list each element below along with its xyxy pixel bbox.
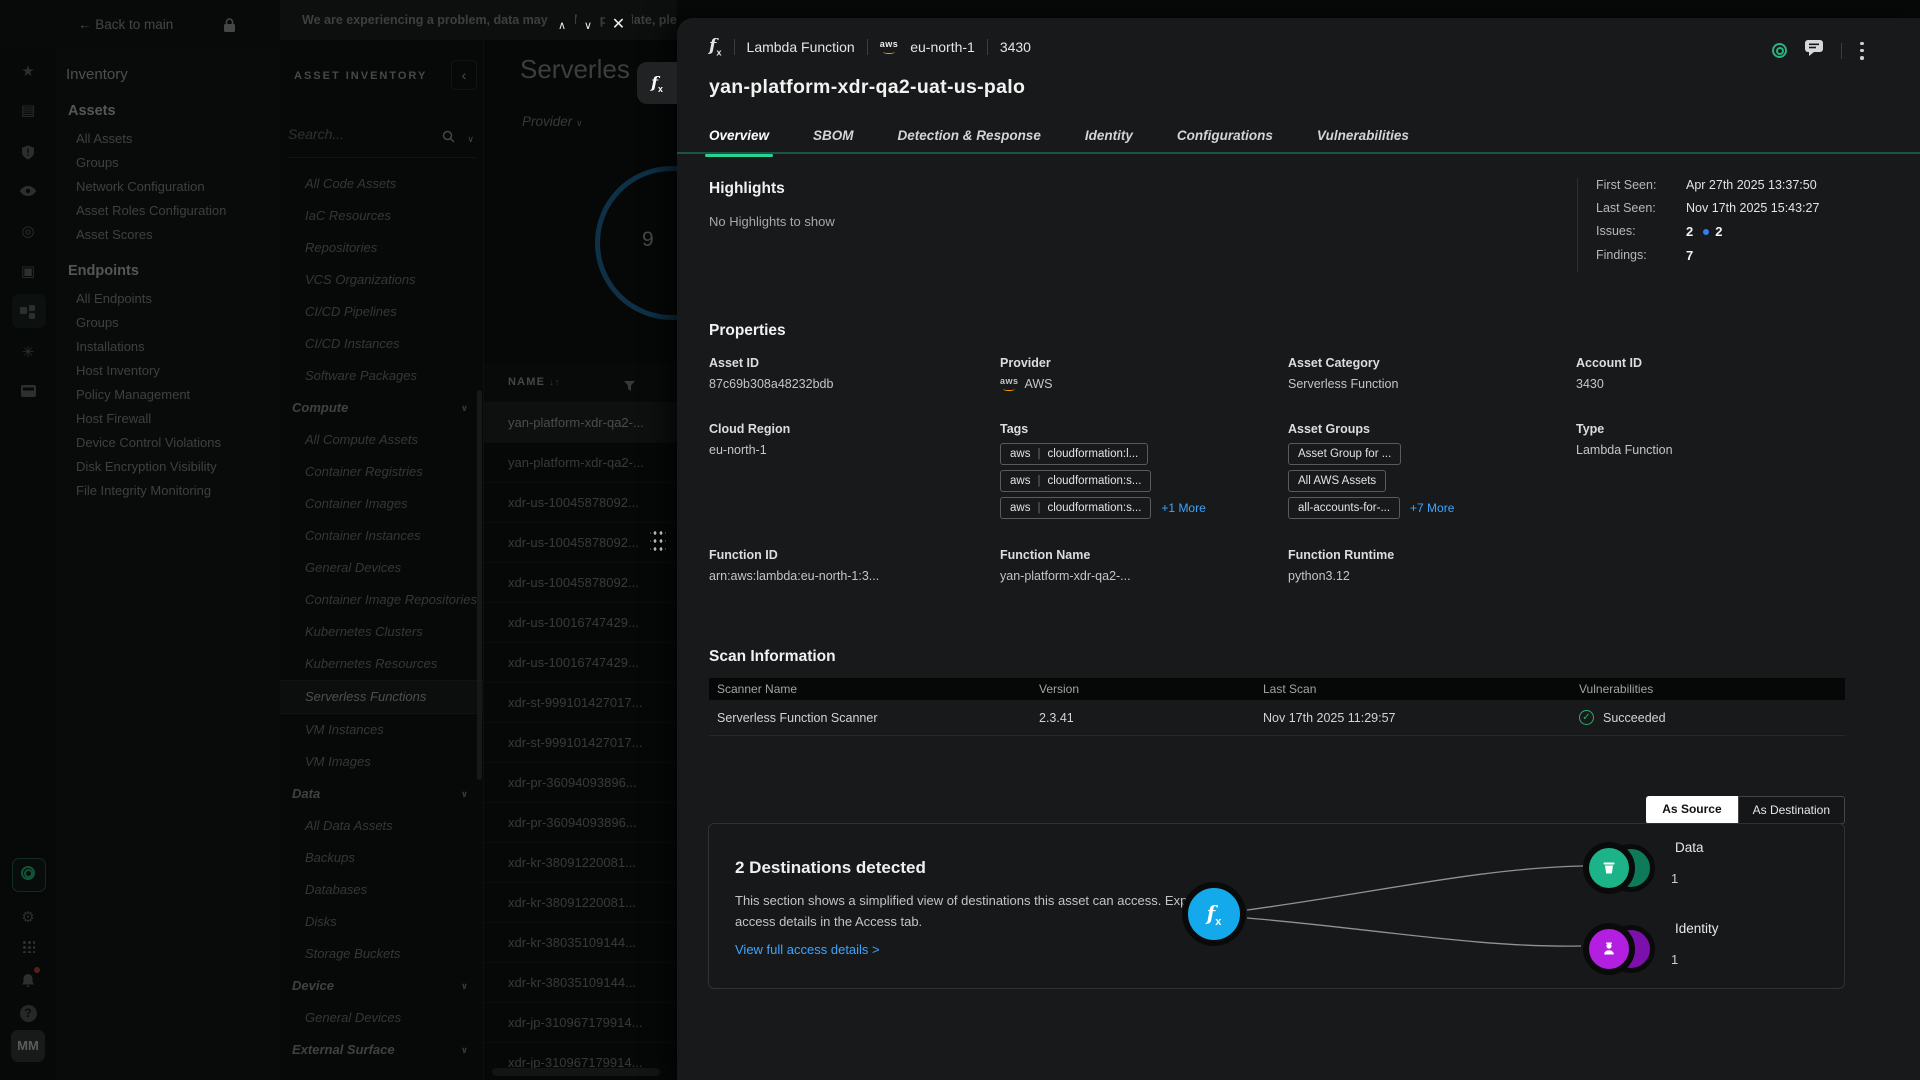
data-node-label: Data [1675,840,1704,855]
asset-type-label: Lambda Function [747,39,855,55]
previous-asset-button[interactable]: ∧ [550,14,574,38]
first-seen-label: First Seen: [1596,178,1686,192]
asset-detail-panel: fx fx Lambda Function aws eu-north-1 343… [677,18,1920,1080]
field-account-id: Account ID3430 [1576,356,1848,391]
asset-group-chip-row: All AWS Assets [1288,470,1560,492]
lambda-icon: fx [709,36,722,57]
issue-severity-dot [1703,229,1709,235]
region-label: eu-north-1 [910,39,975,55]
next-asset-button[interactable]: ∨ [576,14,600,38]
field-asset-groups: Asset Groups Asset Group for ...All AWS … [1288,422,1560,524]
scan-table: Scanner Name Version Last Scan Vulnerabi… [709,678,1845,736]
person-icon [1601,941,1617,957]
last-seen-value: Nov 17th 2025 15:43:27 [1686,201,1819,215]
identity-node-label: Identity [1675,921,1719,936]
last-seen-label: Last Seen: [1596,201,1686,215]
highlights-heading: Highlights [709,180,785,198]
asset-group-chip-row: Asset Group for ... [1288,443,1560,465]
asset-group-chip[interactable]: Asset Group for ... [1288,443,1401,465]
properties-heading: Properties [709,322,786,340]
bucket-icon [1601,860,1617,876]
asset-group-chip-row: all-accounts-for-... +7 More [1288,497,1560,519]
panel-resize-handle[interactable] [650,527,666,553]
scope-status-icon[interactable] [1772,43,1787,58]
field-function-runtime: Function Runtimepython3.12 [1288,548,1560,583]
panel-header: fx Lambda Function aws eu-north-1 3430 [709,34,1031,60]
asset-meta: First Seen:Apr 27th 2025 13:37:50 Last S… [1577,178,1907,272]
asset-title: yan-platform-xdr-qa2-uat-us-palo [709,76,1025,99]
data-node-count: 1 [1671,871,1678,886]
scan-information-heading: Scan Information [709,648,836,666]
asset-group-chip[interactable]: All AWS Assets [1288,470,1386,492]
destinations-heading: 2 Destinations detected [735,858,926,878]
lambda-icon: fx [651,73,663,92]
field-asset-category: Asset CategoryServerless Function [1288,356,1560,391]
asset-group-chip[interactable]: all-accounts-for-... [1288,497,1400,519]
field-function-id: Function IDarn:aws:lambda:eu-north-1:3..… [709,548,981,583]
as-destination-button[interactable]: As Destination [1738,796,1845,824]
highlights-empty-text: No Highlights to show [709,214,835,229]
first-seen-value: Apr 27th 2025 13:37:50 [1686,178,1817,192]
issues-value[interactable]: 22 [1686,224,1722,239]
destinations-card: 2 Destinations detected This section sho… [708,823,1845,989]
findings-label: Findings: [1596,248,1686,263]
dim-overlay [0,0,677,1080]
more-options-icon[interactable] [1860,42,1864,60]
scan-table-header: Scanner Name Version Last Scan Vulnerabi… [709,678,1845,700]
asset-groups-more-link[interactable]: +7 More [1410,501,1454,515]
tags-more-link[interactable]: +1 More [1161,501,1205,515]
aws-icon: aws [1000,377,1019,391]
issues-label: Issues: [1596,224,1686,239]
tag-chip-row: aws|cloudformation:s... +1 More [1000,497,1272,519]
field-function-name: Function Nameyan-platform-xdr-qa2-... [1000,548,1272,583]
destinations-description: This section shows a simplified view of … [735,890,1235,932]
comment-icon[interactable] [1805,40,1823,61]
tag-chip-row: aws|cloudformation:l... [1000,443,1272,465]
lambda-asset-node[interactable]: fx [1182,882,1246,946]
field-tags: Tags aws|cloudformation:l...aws|cloudfor… [1000,422,1272,524]
field-cloud-region: Cloud Regioneu-north-1 [709,422,981,457]
field-type: TypeLambda Function [1576,422,1848,457]
tag-chip[interactable]: aws|cloudformation:s... [1000,470,1151,492]
tag-chip[interactable]: aws|cloudformation:s... [1000,497,1151,519]
field-provider: Provider awsAWS [1000,356,1272,391]
lambda-panel-tab[interactable]: fx [637,62,677,104]
data-destination-node[interactable] [1583,842,1635,894]
close-panel-button[interactable]: ✕ [605,12,632,39]
tag-chip-row: aws|cloudformation:s... [1000,470,1272,492]
scan-table-row[interactable]: Serverless Function Scanner 2.3.41 Nov 1… [709,700,1845,736]
identity-node-count: 1 [1671,952,1678,967]
success-check-icon: ✓ [1579,710,1594,725]
aws-icon: aws [880,40,899,54]
field-asset-id: Asset ID87c69b308a48232bdb [709,356,981,391]
identity-destination-node[interactable] [1583,923,1635,975]
direction-toggle: As Source As Destination [1646,796,1845,824]
view-access-details-link[interactable]: View full access details > [735,942,880,957]
account-id-label: 3430 [1000,39,1031,55]
as-source-button[interactable]: As Source [1646,796,1737,824]
tabs-underline [677,152,1920,154]
findings-value[interactable]: 7 [1686,248,1693,263]
tag-chip[interactable]: aws|cloudformation:l... [1000,443,1148,465]
